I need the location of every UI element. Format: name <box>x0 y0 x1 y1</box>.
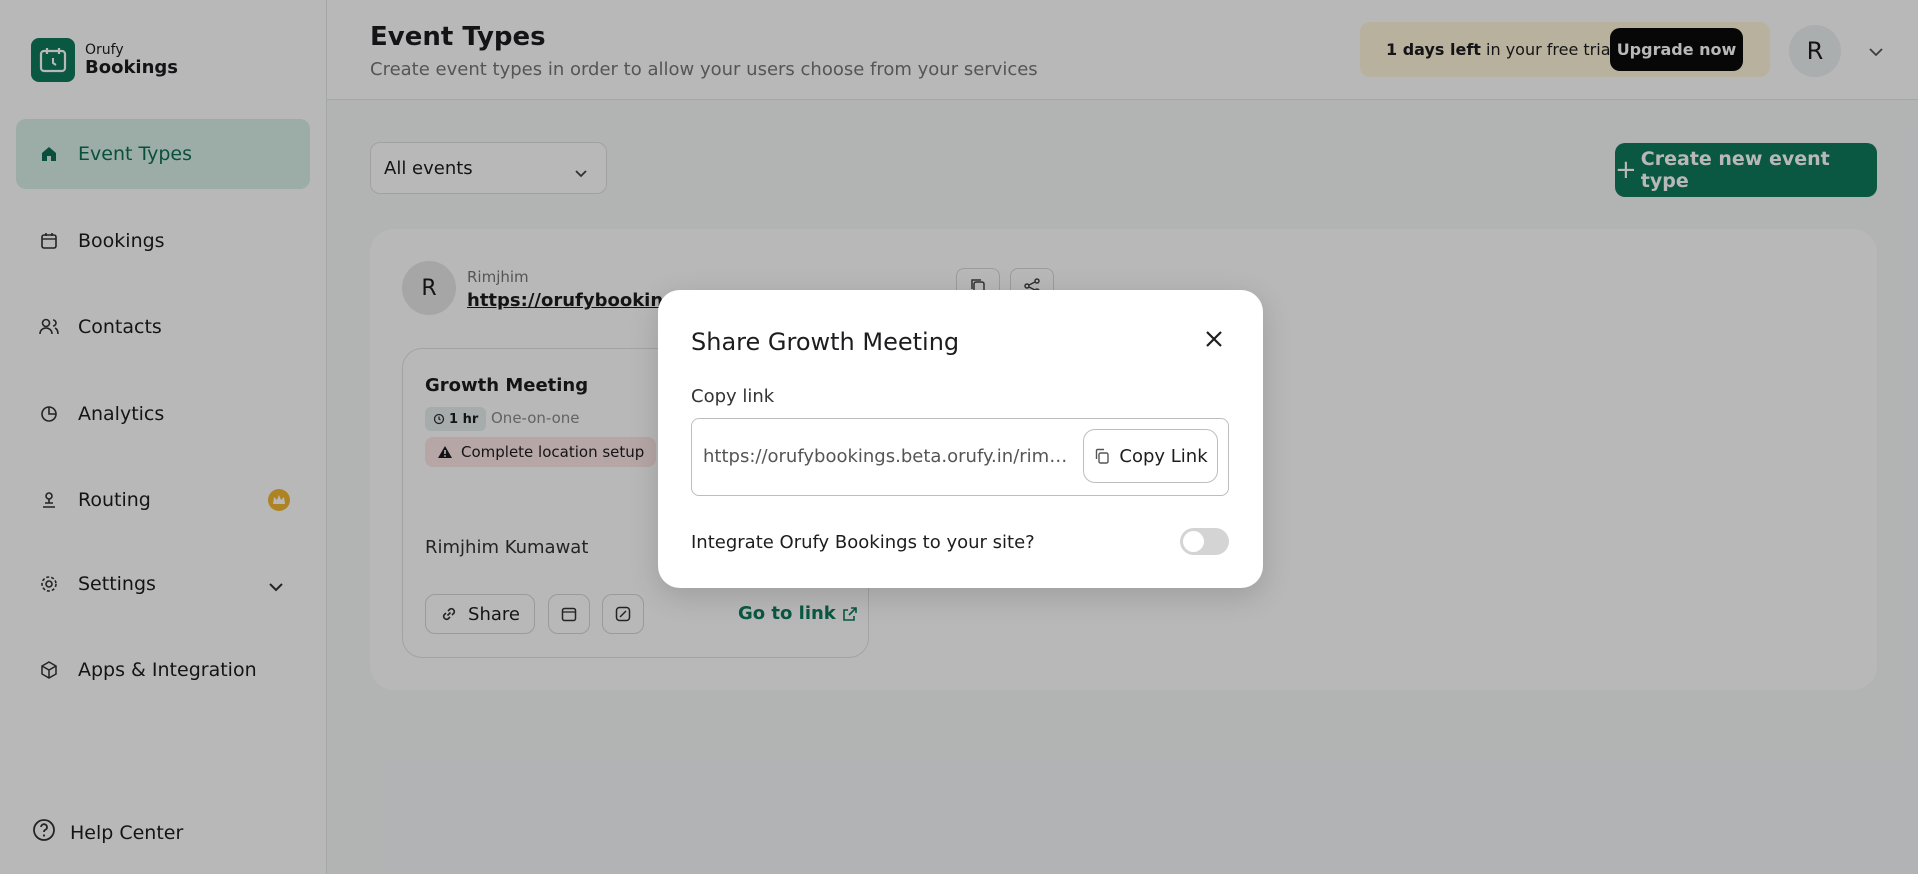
copy-link-button[interactable]: Copy Link <box>1083 429 1218 483</box>
toggle-knob <box>1183 531 1204 552</box>
link-value: https://orufybookings.beta.orufy.in/rimj… <box>703 446 1068 467</box>
copy-icon <box>1096 448 1110 464</box>
close-icon[interactable] <box>1199 324 1229 354</box>
integrate-label: Integrate Orufy Bookings to your site? <box>691 532 1035 553</box>
copy-link-label: Copy link <box>691 386 775 407</box>
modal-title: Share Growth Meeting <box>691 328 960 356</box>
share-modal: Share Growth Meeting Copy link https://o… <box>658 290 1263 588</box>
integrate-toggle[interactable] <box>1180 528 1229 555</box>
link-field[interactable]: https://orufybookings.beta.orufy.in/rimj… <box>691 418 1229 496</box>
